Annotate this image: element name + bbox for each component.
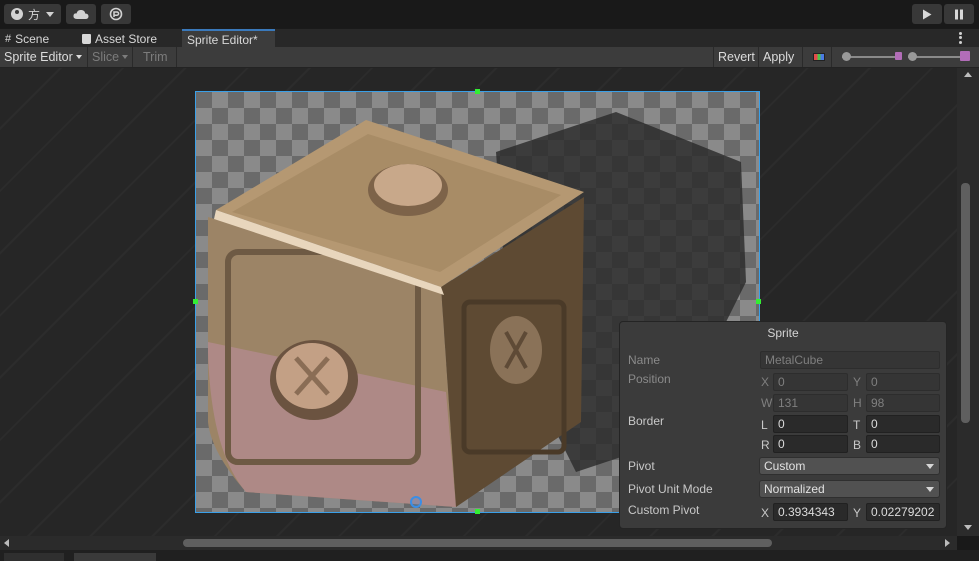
pivot-dropdown[interactable]: Custom	[759, 457, 940, 475]
position-x-field[interactable]: 0	[773, 373, 848, 391]
pivot-handle[interactable]	[410, 496, 422, 508]
chevron-down-icon	[46, 11, 54, 17]
resize-handle-left[interactable]	[193, 299, 198, 304]
l-label: L	[761, 418, 768, 432]
pivot-unit-mode-dropdown[interactable]: Normalized	[759, 480, 940, 498]
play-button[interactable]	[912, 4, 942, 24]
account-icon	[10, 8, 23, 20]
bottom-panel-strip	[0, 550, 979, 561]
name-field[interactable]: MetalCube	[760, 351, 940, 369]
tab-label: Scene	[15, 31, 50, 46]
apply-button[interactable]: Apply	[759, 47, 803, 67]
mode-label: Sprite Editor	[4, 50, 73, 64]
sprite-editor-toolbar: Sprite Editor Slice Trim Revert Apply	[0, 47, 979, 68]
slice-dropdown[interactable]: Slice	[88, 47, 133, 67]
cloud-button[interactable]	[66, 4, 96, 24]
mip-level-slider[interactable]	[908, 51, 960, 63]
pivot-value: Custom	[764, 459, 806, 473]
mode-dropdown[interactable]: Sprite Editor	[0, 47, 88, 67]
custom-pivot-x-label: X	[761, 506, 770, 520]
mip-slider-thumb[interactable]	[908, 52, 917, 61]
position-label: Position	[628, 372, 671, 386]
main-toolbar: 方	[0, 0, 979, 28]
chevron-down-icon	[75, 55, 82, 59]
rgb-channels-icon	[812, 53, 825, 61]
resize-handle-right[interactable]	[756, 299, 761, 304]
account-label: 方	[27, 7, 40, 22]
border-top-field[interactable]: 0	[866, 415, 940, 433]
h-label: H	[853, 396, 862, 410]
width-field[interactable]: 131	[773, 394, 848, 412]
scroll-down-arrow-icon[interactable]	[964, 525, 972, 530]
tab-scene[interactable]: # Scene	[0, 29, 54, 48]
position-y-field[interactable]: 0	[866, 373, 940, 391]
chevron-down-icon	[926, 464, 934, 469]
apply-label: Apply	[763, 50, 795, 64]
more-options-icon[interactable]	[955, 31, 965, 45]
unity-editor-window: 方 # Scene Asset Store Sprite Editor* Spr…	[0, 0, 979, 561]
revert-button[interactable]: Revert	[713, 47, 759, 67]
x-label: X	[761, 375, 770, 389]
vertical-scroll-thumb[interactable]	[961, 183, 970, 423]
scene-grid-icon: #	[5, 32, 12, 45]
revert-label: Revert	[718, 50, 755, 64]
tab-asset-store[interactable]: Asset Store	[77, 29, 162, 48]
scroll-up-arrow-icon[interactable]	[964, 72, 972, 77]
zoom-slider-thumb[interactable]	[842, 52, 851, 61]
shopping-bag-icon	[82, 33, 91, 44]
name-label: Name	[628, 353, 661, 367]
custom-pivot-y-label: Y	[853, 506, 862, 520]
bottom-tab[interactable]	[74, 553, 156, 561]
mip-large-icon	[960, 51, 970, 61]
custom-pivot-label: Custom Pivot	[628, 503, 700, 517]
chevron-down-icon	[926, 487, 934, 492]
scroll-left-arrow-icon[interactable]	[4, 539, 9, 547]
zoom-slider[interactable]	[842, 51, 898, 63]
collab-icon	[109, 7, 123, 21]
editor-tab-bar: # Scene Asset Store Sprite Editor*	[0, 28, 979, 48]
tab-sprite-editor[interactable]: Sprite Editor*	[182, 29, 275, 48]
tab-label: Sprite Editor*	[187, 32, 258, 47]
sprite-properties-panel: Sprite Name MetalCube Position X 0 Y 0 W…	[619, 321, 947, 529]
collab-button[interactable]	[101, 4, 131, 24]
pause-button[interactable]	[944, 4, 974, 24]
pivot-unit-mode-label: Pivot Unit Mode	[628, 482, 713, 496]
account-dropdown[interactable]: 方	[4, 4, 61, 24]
pivot-label: Pivot	[628, 459, 655, 473]
pause-icon	[955, 9, 963, 19]
scroll-right-arrow-icon[interactable]	[945, 539, 950, 547]
play-icon	[923, 9, 932, 19]
tab-label: Asset Store	[95, 31, 158, 46]
pivot-unit-mode-value: Normalized	[764, 482, 825, 496]
chevron-down-icon	[122, 55, 129, 59]
r-label: R	[761, 438, 770, 452]
border-left-field[interactable]: 0	[773, 415, 848, 433]
panel-title: Sprite	[767, 326, 799, 340]
border-right-field[interactable]: 0	[773, 435, 848, 453]
trim-label: Trim	[143, 50, 168, 64]
resize-handle-bottom[interactable]	[475, 509, 480, 514]
custom-pivot-y-field[interactable]: 0.02279202	[866, 503, 940, 521]
slice-label: Slice	[92, 50, 120, 64]
height-field[interactable]: 98	[866, 394, 940, 412]
color-channel-toggle[interactable]	[806, 47, 832, 67]
resize-handle-top[interactable]	[475, 89, 480, 94]
horizontal-scroll-thumb[interactable]	[183, 539, 772, 547]
border-label: Border	[628, 414, 665, 428]
border-bottom-field[interactable]: 0	[866, 435, 940, 453]
mip-small-icon	[895, 52, 902, 60]
vertical-scrollbar[interactable]	[957, 68, 979, 536]
bottom-tab[interactable]	[4, 553, 64, 561]
cloud-icon	[73, 9, 89, 19]
t-label: T	[853, 418, 861, 432]
y-label: Y	[853, 375, 862, 389]
trim-button[interactable]: Trim	[133, 47, 177, 67]
b-label: B	[853, 438, 862, 452]
horizontal-scrollbar[interactable]	[0, 536, 957, 550]
custom-pivot-x-field[interactable]: 0.3934343	[773, 503, 848, 521]
w-label: W	[761, 396, 773, 410]
